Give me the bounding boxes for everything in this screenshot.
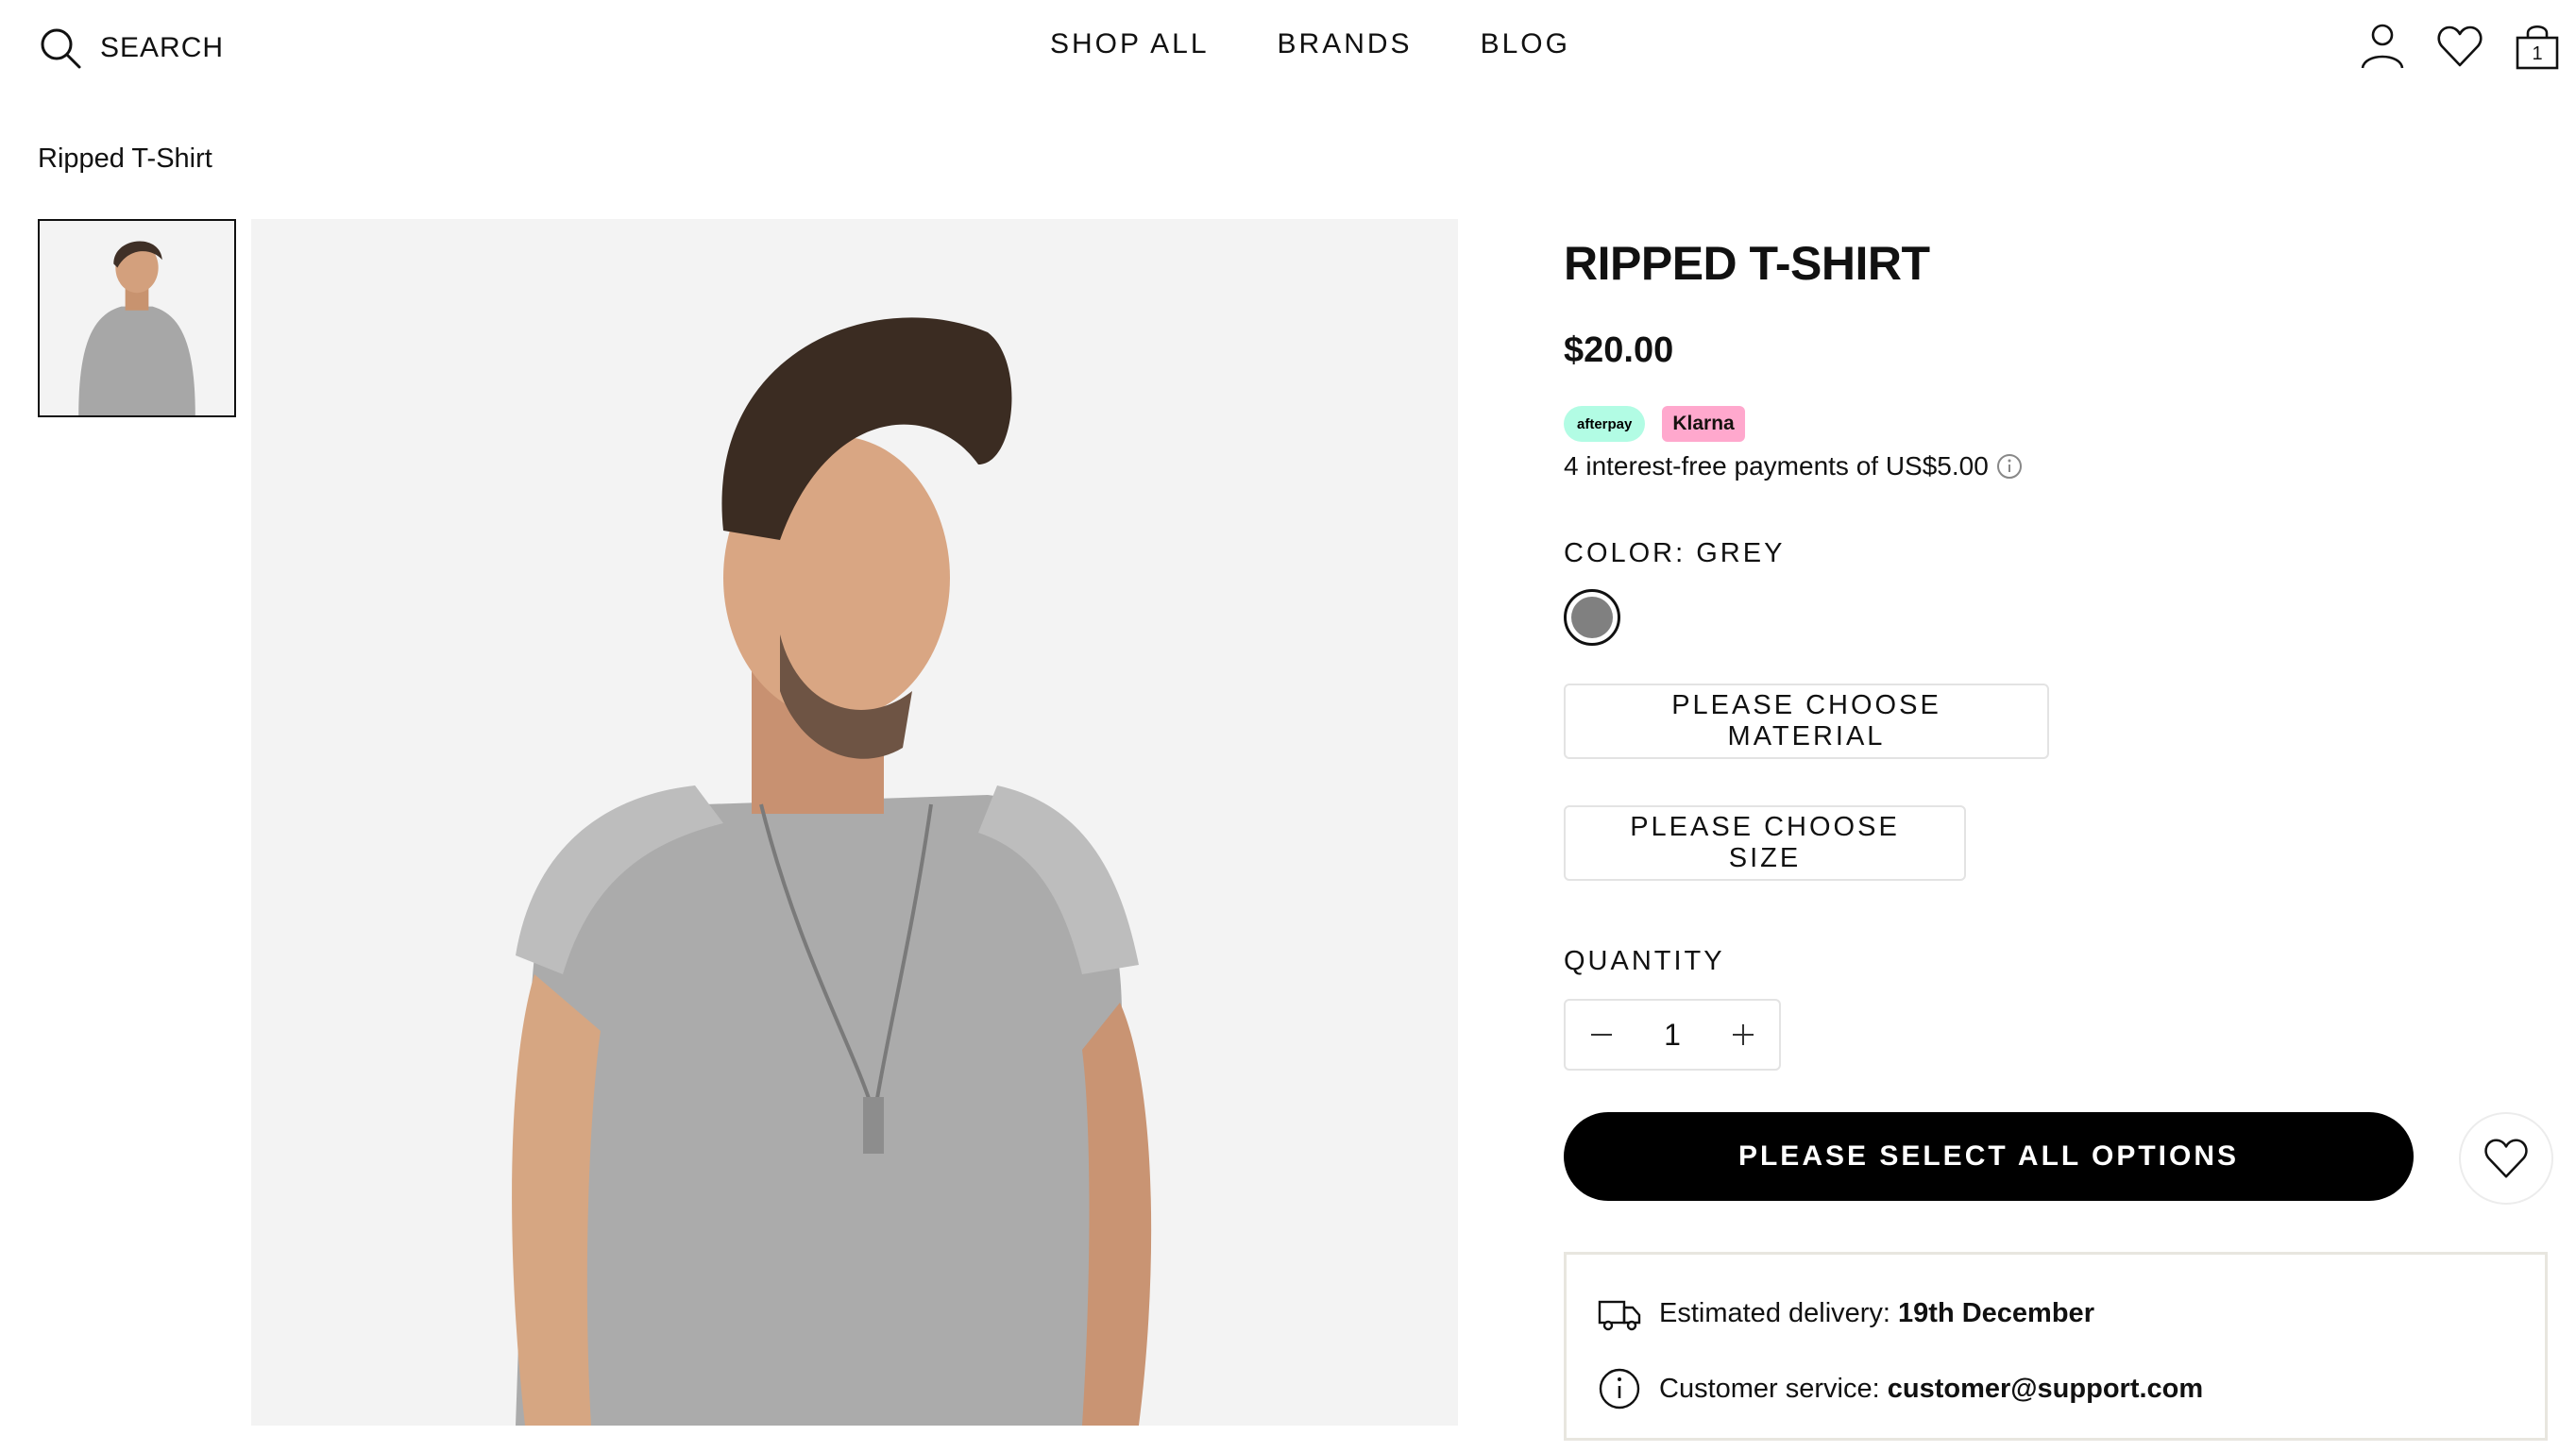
installments-note: 4 interest-free payments of US$5.00 (1564, 451, 2023, 481)
choose-material-button[interactable]: PLEASE CHOOSE MATERIAL (1564, 684, 2049, 759)
account-icon[interactable] (2357, 21, 2408, 72)
product-thumbnail[interactable] (38, 219, 236, 417)
nav-brands[interactable]: BRANDS (1278, 28, 1413, 60)
installments-text: 4 interest-free payments of US$5.00 (1564, 451, 1989, 481)
quantity-label: QUANTITY (1564, 946, 1725, 976)
header-actions: 1 (2357, 21, 2563, 72)
heart-icon (2484, 1139, 2528, 1178)
search-label: SEARCH (100, 32, 225, 63)
product-title: RIPPED T-SHIRT (1564, 237, 1930, 290)
wishlist-icon[interactable] (2434, 21, 2485, 72)
plus-icon (1733, 1024, 1754, 1045)
payment-badges: afterpay Klarna (1564, 406, 1745, 442)
breadcrumb[interactable]: Ripped T-Shirt (38, 144, 212, 175)
product-price: $20.00 (1564, 330, 1674, 370)
color-swatch-grey[interactable] (1564, 589, 1620, 646)
minus-icon (1591, 1034, 1612, 1036)
cart-count: 1 (2532, 43, 2543, 64)
decrease-quantity-button[interactable] (1585, 1018, 1618, 1052)
increase-quantity-button[interactable] (1726, 1018, 1760, 1052)
info-icon[interactable] (1996, 453, 2023, 480)
service-row: Customer service: customer@support.com (1597, 1366, 2203, 1411)
choose-size-button[interactable]: PLEASE CHOOSE SIZE (1564, 805, 1966, 881)
cart-icon[interactable]: 1 (2512, 21, 2563, 72)
main-nav: SHOP ALL BRANDS BLOG (1050, 28, 1570, 60)
delivery-row: Estimated delivery: 19th December (1597, 1291, 2094, 1336)
color-label: COLOR: GREY (1564, 538, 1786, 568)
add-to-wishlist-button[interactable] (2459, 1112, 2553, 1205)
product-main-image[interactable] (251, 219, 1458, 1426)
swatch-fill (1571, 597, 1613, 638)
service-text: Customer service: customer@support.com (1659, 1373, 2204, 1404)
info-circle-icon (1597, 1366, 1642, 1411)
site-header: SEARCH SHOP ALL BRANDS BLOG 1 (0, 0, 2576, 94)
quantity-stepper: 1 (1564, 999, 1781, 1071)
nav-shop-all[interactable]: SHOP ALL (1050, 28, 1210, 60)
afterpay-badge[interactable]: afterpay (1564, 406, 1646, 442)
add-to-cart-button[interactable]: PLEASE SELECT ALL OPTIONS (1564, 1112, 2414, 1201)
support-email-link[interactable]: customer@support.com (1888, 1374, 2203, 1404)
klarna-badge[interactable]: Klarna (1662, 406, 1745, 442)
truck-icon (1597, 1291, 1642, 1336)
search-button[interactable]: SEARCH (38, 24, 224, 73)
delivery-info-box: Estimated delivery: 19th December Custom… (1564, 1252, 2548, 1441)
quantity-value[interactable]: 1 (1644, 1018, 1701, 1053)
delivery-text: Estimated delivery: 19th December (1659, 1297, 2094, 1328)
search-icon (38, 25, 83, 71)
nav-blog[interactable]: BLOG (1481, 28, 1570, 60)
